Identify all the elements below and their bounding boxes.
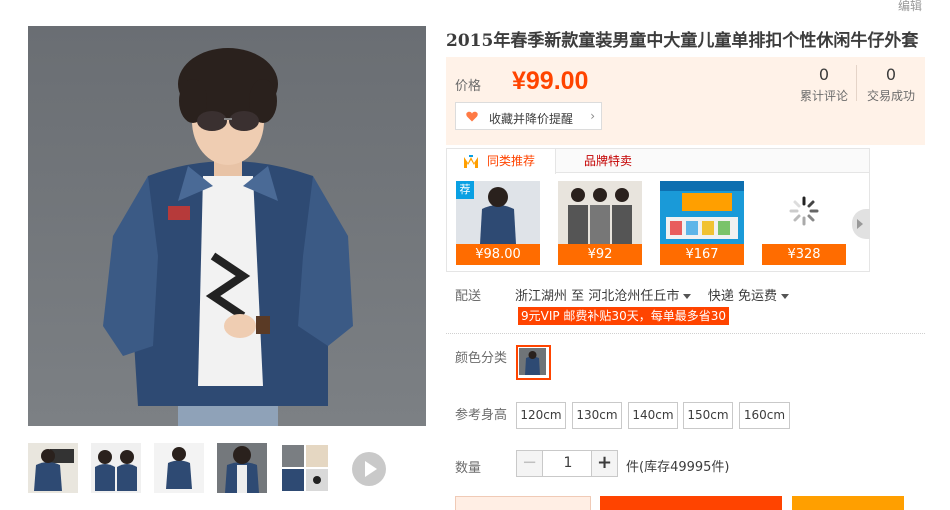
price-value: ¥99.00 [512, 67, 589, 95]
size-option[interactable]: 150cm [683, 402, 733, 429]
edit-link[interactable]: 编辑 [898, 0, 922, 14]
delivery-from: 浙江湖州 [515, 289, 568, 304]
favorite-label: 收藏并降价提醒 [489, 112, 574, 126]
recommend-item-2[interactable]: ¥92 [558, 181, 642, 266]
promo-button[interactable] [792, 496, 904, 510]
tab-similar-label: 同类推荐 [487, 154, 536, 168]
main-product-image[interactable] [28, 26, 426, 426]
add-to-cart-button[interactable] [600, 496, 782, 510]
price-label: 价格 [455, 79, 482, 94]
recommend-item-price: ¥92 [558, 244, 642, 265]
recommend-item-price: ¥98.00 [456, 244, 540, 265]
delivery-method-text: 快递 免运费 [707, 289, 777, 304]
sales-count-stat: 0 交易成功 [858, 65, 924, 104]
chevron-down-icon [683, 294, 692, 299]
color-swatch-selected[interactable] [516, 345, 551, 380]
size-label: 参考身高 [455, 408, 508, 423]
thumbnail-4[interactable] [217, 443, 267, 493]
loading-spinner-icon [762, 181, 846, 244]
review-count-stat[interactable]: 0 累计评论 [791, 65, 857, 104]
sales-count-label: 交易成功 [866, 89, 915, 103]
divider [446, 333, 925, 334]
chevron-down-icon [781, 294, 789, 299]
recommend-item-price: ¥328 [762, 244, 846, 265]
quantity-stepper: − 1 + [516, 450, 618, 477]
thumbnail-5[interactable] [280, 443, 330, 493]
product-title: 2015年春季新款童装男童中大童儿童单排扣个性休闲牛仔外套 [446, 31, 919, 51]
recommend-item-image [558, 181, 642, 244]
delivery-row: 浙江湖州 至 河北沧州任丘市 快递 免运费 [515, 285, 789, 304]
vip-shipping-badge[interactable]: 9元VIP 邮费补贴30天，每单最多省30 [518, 307, 729, 325]
size-option[interactable]: 130cm [572, 402, 622, 429]
sales-count: 0 [885, 65, 897, 84]
color-label: 颜色分类 [455, 351, 508, 366]
recommend-item-4[interactable]: ¥328 [762, 181, 846, 266]
quantity-decrease-button[interactable]: − [517, 451, 543, 476]
favorite-price-alert-button[interactable]: 收藏并降价提醒 › [455, 102, 602, 130]
recommendation-box: 同类推荐 品牌特卖 荐 ¥98.00 ¥92 ¥167 ¥328 [446, 148, 870, 272]
recommend-item-price: ¥167 [660, 244, 744, 265]
tab-similar[interactable]: 同类推荐 [447, 149, 556, 174]
recommend-item-image [660, 181, 744, 244]
m-logo-icon [464, 155, 478, 168]
delivery-to-word: 至 [571, 289, 585, 304]
delivery-label: 配送 [455, 289, 482, 304]
heart-icon [466, 111, 478, 122]
delivery-method[interactable]: 快递 免运费 [708, 289, 789, 304]
play-video-button[interactable] [352, 452, 386, 486]
quantity-label: 数量 [455, 461, 482, 476]
size-option[interactable]: 160cm [739, 402, 790, 429]
recommend-tag: 荐 [456, 181, 474, 199]
thumbnail-2[interactable] [91, 443, 141, 493]
recommend-item-3[interactable]: ¥167 [660, 181, 744, 266]
thumbnail-strip [28, 443, 428, 493]
review-count-label: 累计评论 [799, 89, 848, 103]
buy-now-button[interactable] [455, 496, 591, 510]
tab-brand-sale[interactable]: 品牌特卖 [584, 149, 632, 173]
quantity-input[interactable]: 1 [543, 451, 593, 476]
delivery-destination-text: 河北沧州任丘市 [588, 289, 680, 304]
delivery-destination[interactable]: 河北沧州任丘市 [588, 289, 692, 304]
stock-info: 件(库存49995件) [626, 460, 730, 475]
recommend-item-1[interactable]: 荐 ¥98.00 [456, 181, 540, 266]
recommend-next-arrow[interactable] [852, 209, 870, 239]
quantity-increase-button[interactable]: + [591, 451, 617, 476]
size-option[interactable]: 120cm [516, 402, 566, 429]
price-panel: 价格 ¥99.00 0 累计评论 0 交易成功 收藏并降价提醒 › [446, 57, 925, 145]
size-option[interactable]: 140cm [628, 402, 678, 429]
thumbnail-1[interactable] [28, 443, 78, 493]
recommendation-tabs: 同类推荐 品牌特卖 [447, 149, 869, 174]
review-count: 0 [818, 65, 830, 84]
chevron-right-icon: › [590, 109, 595, 123]
thumbnail-3[interactable] [154, 443, 204, 493]
